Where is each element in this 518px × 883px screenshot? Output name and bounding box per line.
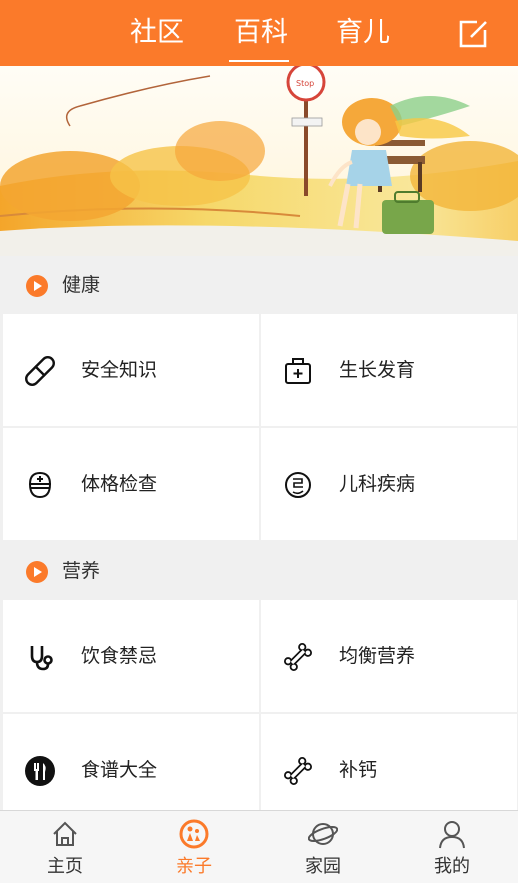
bone-icon <box>284 757 312 785</box>
grid-item-label: 饮食禁忌 <box>81 645 158 667</box>
family-icon <box>179 819 209 849</box>
grid-item-safety[interactable]: 安全知识 <box>3 314 259 426</box>
planet-icon <box>308 823 338 845</box>
grid-item-pediatric-disease[interactable]: 儿科疾病 <box>261 428 517 540</box>
section-title: 营养 <box>62 560 101 582</box>
tab-community[interactable]: 社区 <box>118 0 196 66</box>
section-nutrition: 营养 <box>0 542 518 600</box>
nav-label: 家园 <box>305 856 341 877</box>
play-icon <box>26 561 48 583</box>
bone-icon <box>284 643 312 671</box>
nav-home[interactable]: 主页 <box>30 811 100 883</box>
grid-item-label: 均衡营养 <box>339 645 416 667</box>
play-icon <box>26 275 48 297</box>
sign-text: Stop <box>296 79 314 88</box>
grid-item-label: 安全知识 <box>81 359 158 381</box>
nav-garden[interactable]: 家园 <box>288 811 358 883</box>
grid-item-physical-exam[interactable]: 体格检查 <box>3 428 259 540</box>
nav-label: 我的 <box>434 856 470 877</box>
edit-button[interactable] <box>457 18 491 50</box>
cutlery-icon <box>25 756 55 786</box>
banner-illustration: Stop <box>0 66 518 256</box>
grid-item-growth[interactable]: 生长发育 <box>261 314 517 426</box>
tab-encyclopedia[interactable]: 百科 <box>226 0 296 66</box>
grid-item-label: 食谱大全 <box>81 759 158 781</box>
nav-mine[interactable]: 我的 <box>417 811 487 883</box>
section-health: 健康 <box>0 256 518 314</box>
top-bar: 社区 百科 育儿 <box>0 0 518 66</box>
grid-item-calcium[interactable]: 补钙 <box>261 714 517 810</box>
grid-item-diet-taboo[interactable]: 饮食禁忌 <box>3 600 259 712</box>
stethoscope-icon <box>30 646 53 671</box>
grid-item-label: 补钙 <box>339 759 378 781</box>
user-icon <box>439 821 465 849</box>
nav-label: 亲子 <box>176 856 212 877</box>
app-screen: 社区 百科 育儿 Stop 健康 安全知识 生长发育 体格检查 儿科疾病 营养 … <box>0 0 518 883</box>
edit-icon <box>459 20 487 48</box>
nav-label: 主页 <box>47 856 83 877</box>
grid-item-balanced-nutrition[interactable]: 均衡营养 <box>261 600 517 712</box>
nav-family[interactable]: 亲子 <box>159 811 229 883</box>
active-tab-indicator <box>229 60 289 62</box>
nurse-icon <box>28 471 52 499</box>
medical-kit-icon <box>285 358 311 384</box>
home-icon <box>53 821 77 846</box>
bottom-nav: 主页 亲子 家园 我的 <box>0 810 518 883</box>
banner-image[interactable]: Stop <box>0 66 518 256</box>
pill-icon <box>25 356 55 386</box>
avoid-icon <box>285 472 311 498</box>
section-title: 健康 <box>62 274 101 296</box>
grid-item-label: 儿科疾病 <box>339 473 416 495</box>
grid-item-label: 生长发育 <box>339 359 416 381</box>
tab-parenting[interactable]: 育儿 <box>326 0 400 66</box>
grid-item-label: 体格检查 <box>81 473 158 495</box>
